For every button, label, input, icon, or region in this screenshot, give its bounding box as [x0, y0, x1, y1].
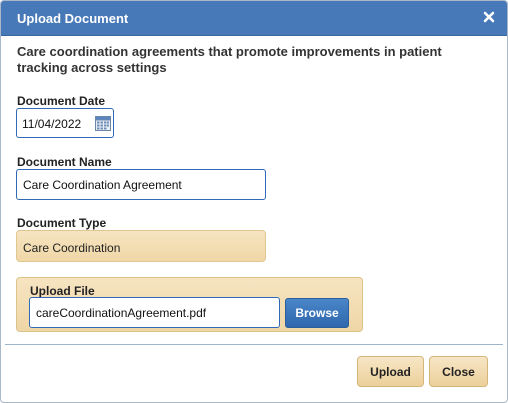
document-name-label: Document Name [17, 155, 112, 169]
dialog-titlebar[interactable]: Upload Document [1, 1, 507, 36]
document-type-label: Document Type [17, 216, 107, 230]
document-date-field[interactable]: 11/04/2022 [16, 108, 114, 138]
upload-file-label: Upload File [30, 284, 95, 298]
footer-divider [5, 344, 503, 345]
dialog-title: Upload Document [17, 11, 129, 26]
upload-button[interactable]: Upload [357, 356, 424, 387]
close-x-icon[interactable] [482, 10, 496, 24]
upload-file-input[interactable] [29, 297, 280, 328]
upload-document-dialog: Upload Document Care coordination agreem… [0, 0, 508, 403]
close-button[interactable]: Close [429, 356, 488, 387]
document-date-value: 11/04/2022 [22, 117, 82, 131]
upload-file-panel: Upload File Browse [16, 277, 363, 332]
document-type-value: Care Coordination [23, 241, 121, 255]
document-date-label: Document Date [17, 94, 106, 108]
calendar-icon[interactable] [95, 116, 111, 136]
document-name-input[interactable] [16, 169, 266, 200]
document-type-field: Care Coordination [16, 230, 266, 262]
dialog-description: Care coordination agreements that promot… [17, 44, 442, 75]
browse-button[interactable]: Browse [285, 298, 349, 328]
